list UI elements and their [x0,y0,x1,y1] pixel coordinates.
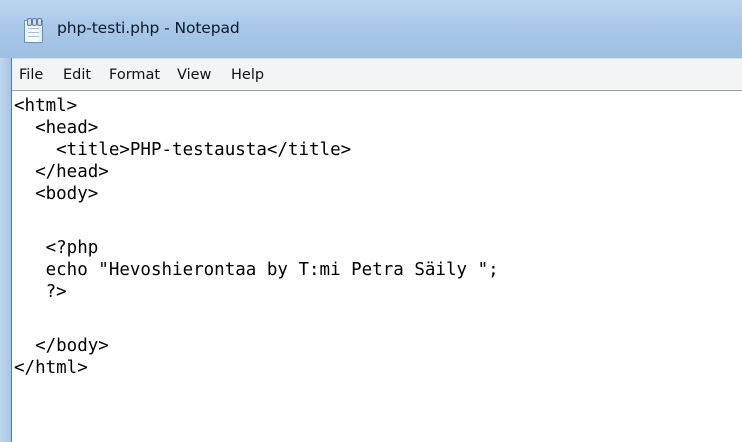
code-line-11: </body> [14,336,109,356]
code-line-9: ?> [14,282,67,302]
notepad-icon[interactable] [24,18,43,43]
menu-help[interactable]: Help [231,67,264,83]
menu-bar: File Edit Format View Help [12,58,742,91]
code-line-3: <title>PHP-testausta</title> [14,140,352,160]
code-line-12: </html> [14,358,88,378]
menu-view[interactable]: View [177,67,211,83]
code-line-4: </head> [14,162,109,182]
title-bar[interactable]: php-testi.php - Notepad [0,0,742,58]
code-line-5: <body> [14,184,99,204]
menu-edit[interactable]: Edit [63,67,91,83]
code-line-7: <?php [14,238,99,258]
code-line-2: <head> [14,118,99,138]
window-frame-left [0,58,11,442]
menu-format[interactable]: Format [109,67,160,83]
menu-file[interactable]: File [19,67,43,83]
window-title: php-testi.php - Notepad [57,19,240,37]
code-line-1: <html> [14,96,78,116]
text-editor[interactable]: <html> <head> <title>PHP-testausta</titl… [12,91,742,442]
code-line-8: echo "Hevoshierontaa by T:mi Petra Säily… [14,260,499,280]
